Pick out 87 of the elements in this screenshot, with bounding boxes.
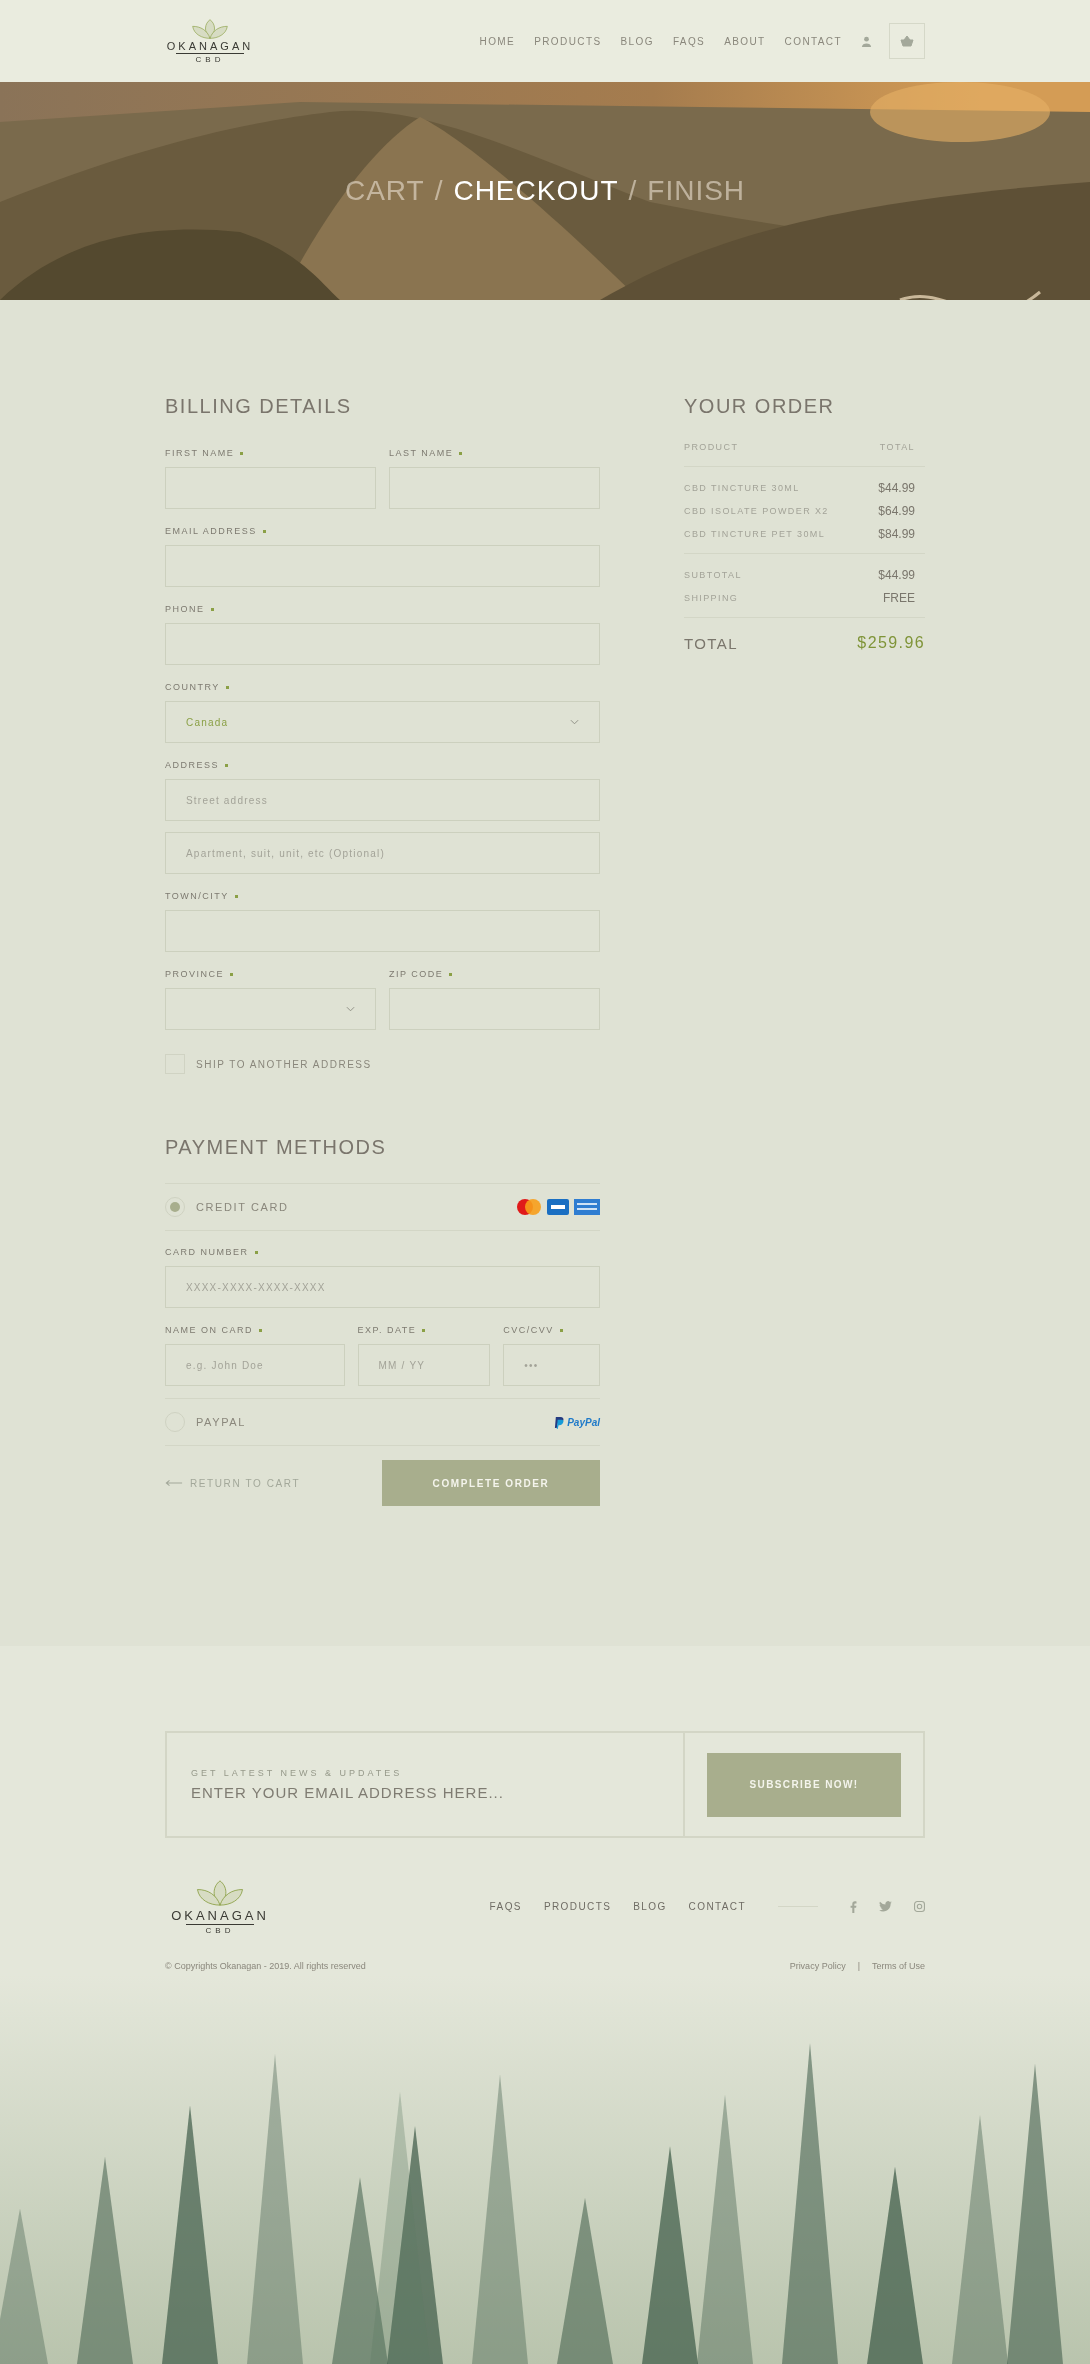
summary-value: $44.99 xyxy=(878,568,915,582)
field-label: CARD NUMBER xyxy=(165,1247,249,1257)
chevron-down-icon xyxy=(346,1006,355,1012)
footer-link[interactable]: FAQS xyxy=(489,1901,522,1912)
p-letter-icon xyxy=(554,1415,566,1429)
field-label: ZIP CODE xyxy=(389,969,444,979)
select-field[interactable]: Canada xyxy=(165,701,600,743)
product-price: $84.99 xyxy=(878,527,915,541)
twitter-icon[interactable] xyxy=(879,1901,892,1912)
cart-button[interactable] xyxy=(889,23,925,59)
field-label: ADDRESS xyxy=(165,760,219,770)
leaf-icon xyxy=(190,18,230,40)
product-name: CBD TINCTURE PET 30ML xyxy=(684,529,826,539)
newsletter-caption: GET LATEST NEWS & UPDATES xyxy=(191,1768,404,1778)
footer-link[interactable]: Privacy Policy xyxy=(789,1961,846,1971)
logo-subtext: CBD xyxy=(175,53,245,64)
nav-link[interactable]: ABOUT xyxy=(724,35,766,47)
paypal-logo-text: PayPal xyxy=(567,1416,600,1428)
input-field[interactable]: Street address xyxy=(165,779,600,821)
breadcrumb-step[interactable]: CHECKOUT xyxy=(453,175,619,207)
nav-link[interactable]: FAQS xyxy=(672,35,706,47)
input-field[interactable]: XXXX-XXXX-XXXX-XXXX xyxy=(165,1266,600,1308)
field-label: NAME ON CARD xyxy=(165,1325,253,1335)
input-field[interactable]: MM / YY xyxy=(357,1344,491,1386)
summary-value: FREE xyxy=(883,591,915,605)
breadcrumb-step[interactable]: FINISH xyxy=(647,175,746,207)
nav-link[interactable]: PRODUCTS xyxy=(534,35,602,47)
summary-label: SHIPPING xyxy=(684,593,739,603)
breadcrumb-separator: / xyxy=(434,175,444,207)
logo[interactable]: OKANAGAN CBD xyxy=(165,1878,275,1935)
field-label: TOWN/CITY xyxy=(165,891,229,901)
user-icon[interactable] xyxy=(861,35,872,47)
field-label: FIRST NAME xyxy=(165,448,235,458)
section-title: BILLING DETAILS xyxy=(165,395,353,418)
chevron-down-icon xyxy=(570,719,579,725)
link-separator: | xyxy=(857,1961,860,1971)
arrow-left-icon xyxy=(165,1479,183,1487)
field-label: PHONE xyxy=(165,604,205,614)
instagram-icon[interactable] xyxy=(914,1901,925,1912)
complete-order-button[interactable]: COMPLETE ORDER xyxy=(382,1460,600,1506)
input-field[interactable]: Apartment, suit, unit, etc (Optional) xyxy=(165,832,600,874)
overlapping-circles-icon xyxy=(516,1198,542,1216)
select-field[interactable] xyxy=(165,988,376,1030)
footer-link[interactable]: BLOG xyxy=(633,1901,667,1912)
field-label: EXP. DATE xyxy=(357,1325,417,1335)
return-link[interactable]: RETURN TO CART xyxy=(165,1477,301,1489)
footer-link[interactable]: PRODUCTS xyxy=(543,1901,612,1912)
logo-text: OKANAGAN xyxy=(171,1908,269,1923)
email-field[interactable]: ENTER YOUR EMAIL ADDRESS HERE... xyxy=(191,1784,551,1801)
payment-method-label: PAYPAL xyxy=(196,1416,246,1428)
breadcrumb-step[interactable]: CART xyxy=(344,175,425,207)
checkbox-label: SHIP TO ANOTHER ADDRESS xyxy=(196,1058,372,1070)
footer-link[interactable]: Terms of Use xyxy=(872,1961,925,1971)
column-header: PRODUCT xyxy=(684,442,739,452)
footer-link[interactable]: CONTACT xyxy=(688,1901,746,1912)
basket-icon xyxy=(900,35,914,47)
nav-link[interactable]: CONTACT xyxy=(784,35,842,47)
logo[interactable]: OKANAGAN CBD xyxy=(165,18,255,64)
copyright-text: © Copyrights Okanagan - 2019. All rights reserved xyxy=(165,1961,366,1971)
total-label: TOTAL xyxy=(684,634,738,652)
summary-label: SUBTOTAL xyxy=(684,570,742,580)
input-field[interactable]: e.g. John Doe xyxy=(165,1344,345,1386)
card-icon xyxy=(547,1199,569,1215)
logo-text: OKANAGAN xyxy=(166,40,254,52)
product-name: CBD TINCTURE 30ML xyxy=(684,483,800,493)
nav-link[interactable]: HOME xyxy=(479,35,516,47)
field-label: COUNTRY xyxy=(165,682,220,692)
field-label: CVC/CVV xyxy=(503,1325,554,1335)
section-title: YOUR ORDER xyxy=(684,395,836,418)
input-field[interactable]: ••• xyxy=(503,1344,600,1386)
total-value: $259.96 xyxy=(857,634,925,652)
column-header: TOTAL xyxy=(879,442,915,452)
facebook-icon[interactable] xyxy=(850,1900,857,1913)
subscribe-button[interactable]: SUBSCRIBE NOW! xyxy=(707,1752,901,1817)
field-label: EMAIL ADDRESS xyxy=(165,526,257,536)
breadcrumb-separator: / xyxy=(628,175,638,207)
field-label: PROVINCE xyxy=(165,969,224,979)
product-price: $64.99 xyxy=(878,504,915,518)
product-price: $44.99 xyxy=(878,481,915,495)
payment-method-label: CREDIT CARD xyxy=(196,1201,289,1213)
leaf-icon xyxy=(194,1878,246,1908)
nav-link[interactable]: BLOG xyxy=(620,35,654,47)
field-label: LAST NAME xyxy=(389,448,454,458)
logo-subtext: CBD xyxy=(185,1924,255,1935)
section-title: PAYMENT METHODS xyxy=(165,1136,388,1159)
card-icon xyxy=(574,1199,600,1215)
product-name: CBD ISOLATE POWDER X2 xyxy=(684,506,829,516)
